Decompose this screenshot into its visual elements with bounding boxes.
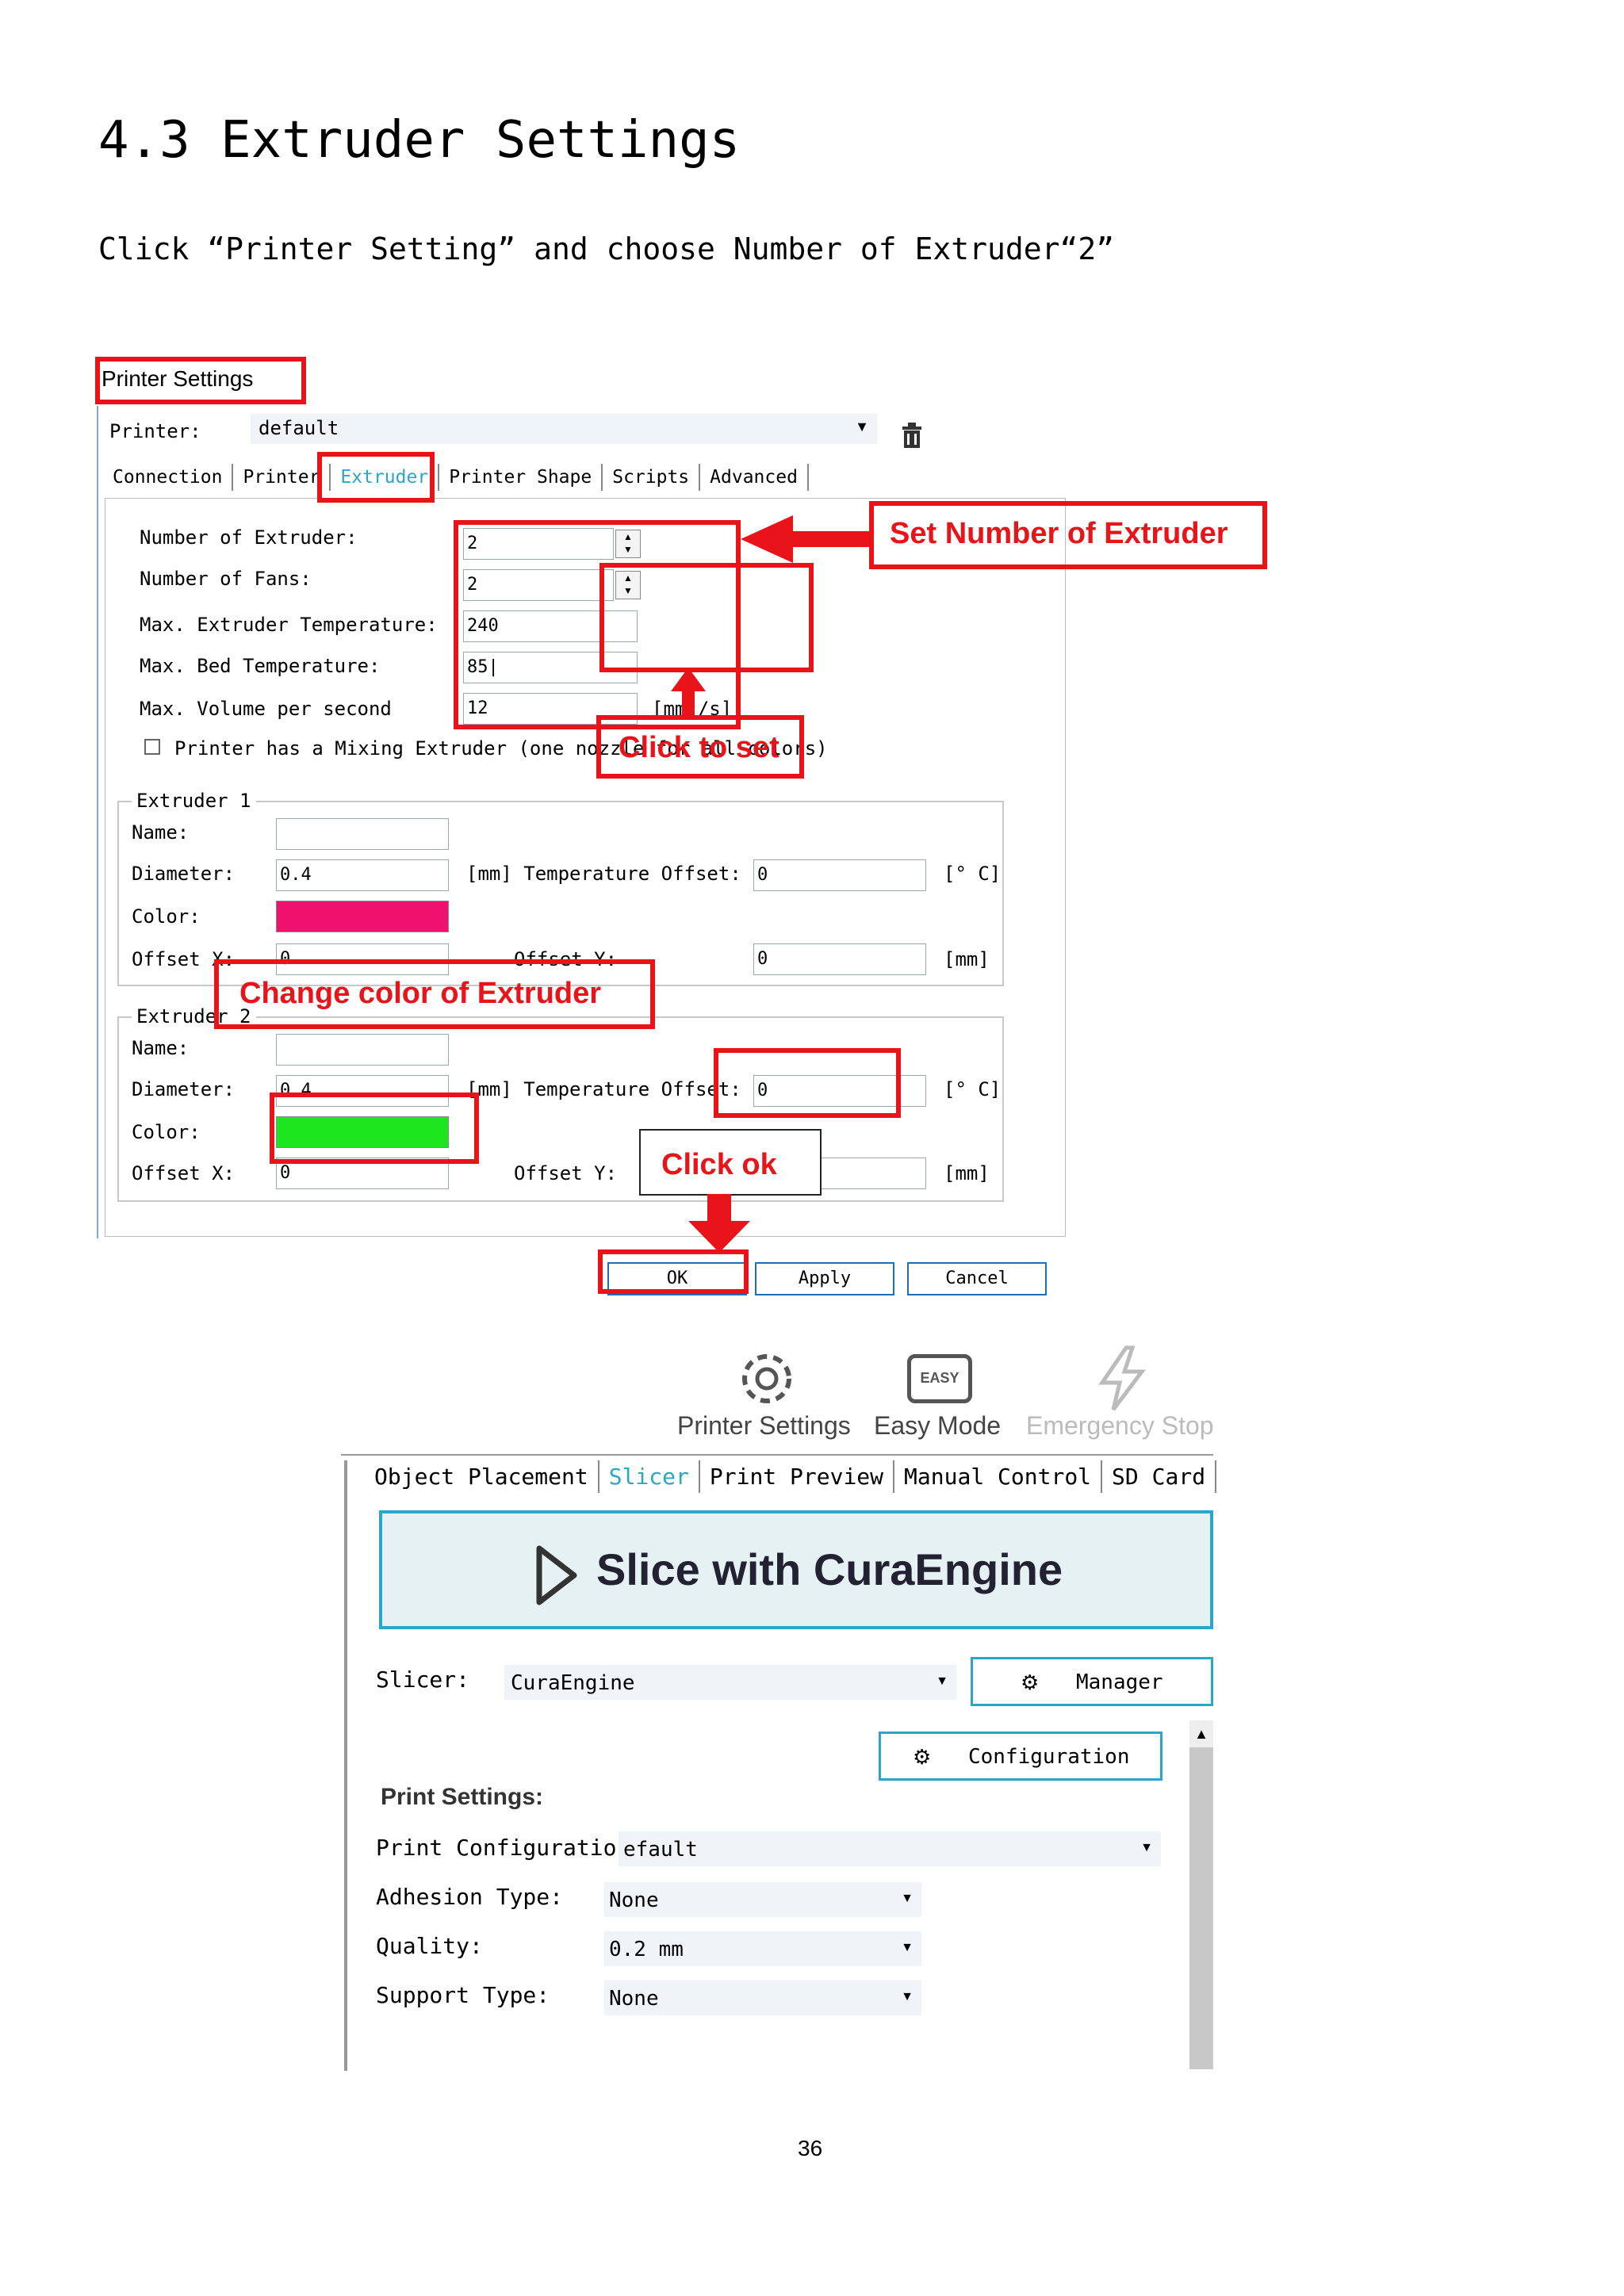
- easy-mode-icon[interactable]: EASY: [907, 1354, 972, 1403]
- print-config-select[interactable]: efault ▼: [619, 1831, 1161, 1866]
- scroll-up-icon[interactable]: ▲: [1189, 1720, 1213, 1747]
- chevron-down-icon: ▼: [1140, 1841, 1153, 1854]
- arrow-click-ok-shaft: [707, 1194, 731, 1223]
- quality-select[interactable]: 0.2 mm ▼: [604, 1931, 921, 1966]
- tab-sd-card[interactable]: SD Card: [1102, 1460, 1217, 1493]
- tab-manual-control[interactable]: Manual Control: [894, 1460, 1103, 1493]
- arrow-set-number-shaft: [788, 531, 869, 547]
- slicer-tabs: Object Placement Slicer Print Preview Ma…: [365, 1460, 1217, 1493]
- slice-button-label: Slice with CuraEngine: [596, 1544, 1063, 1594]
- slicer-select-value: CuraEngine: [511, 1671, 635, 1695]
- adhesion-select[interactable]: None ▼: [604, 1882, 921, 1917]
- gear-icon: ⚙: [913, 1745, 932, 1769]
- support-select[interactable]: None ▼: [604, 1980, 921, 2015]
- annotation-arrows: [671, 515, 869, 1253]
- manager-button-label: Manager: [1076, 1670, 1163, 1694]
- support-label: Support Type:: [376, 1982, 550, 2008]
- gear-icon[interactable]: [733, 1345, 801, 1413]
- slicer-tabs-divider: [341, 1454, 1213, 1456]
- quality-label: Quality:: [376, 1933, 483, 1959]
- print-config-label: Print Configuration:: [376, 1835, 644, 1861]
- chevron-down-icon: ▼: [901, 1990, 914, 2003]
- slicer-left-border: [344, 1460, 347, 2071]
- settings-scrollbar[interactable]: [1189, 1720, 1213, 2069]
- support-value: None: [609, 1987, 659, 2011]
- slicer-select[interactable]: CuraEngine ▼: [504, 1665, 956, 1700]
- print-settings-heading: Print Settings:: [381, 1784, 544, 1810]
- lightning-icon[interactable]: [1094, 1345, 1150, 1413]
- chevron-down-icon: ▼: [901, 1892, 914, 1905]
- print-config-value: efault: [623, 1838, 698, 1862]
- page-number: 36: [798, 2136, 823, 2160]
- tab-object-placement[interactable]: Object Placement: [365, 1460, 599, 1493]
- adhesion-value: None: [609, 1888, 659, 1912]
- slice-button[interactable]: Slice with CuraEngine: [379, 1510, 1213, 1629]
- chevron-down-icon: ▼: [936, 1674, 948, 1688]
- quality-value: 0.2 mm: [609, 1938, 684, 1961]
- arrow-click-to-set-head: [671, 668, 706, 691]
- slicer-label: Slicer:: [376, 1667, 470, 1693]
- arrow-click-ok-head: [688, 1221, 750, 1253]
- arrow-set-number-head: [741, 515, 793, 563]
- manager-button[interactable]: ⚙ Manager: [971, 1657, 1213, 1706]
- chevron-down-icon: ▼: [901, 1941, 914, 1954]
- gear-icon: ⚙: [1021, 1670, 1040, 1694]
- configuration-button-label: Configuration: [968, 1745, 1130, 1769]
- play-icon: [536, 1545, 577, 1605]
- configuration-button[interactable]: ⚙ Configuration: [879, 1732, 1162, 1781]
- tab-slicer[interactable]: Slicer: [599, 1460, 700, 1493]
- toolbar-printer-settings[interactable]: Printer Settings: [677, 1411, 851, 1441]
- toolbar-easy-mode[interactable]: Easy Mode: [874, 1411, 1001, 1441]
- toolbar-emergency-stop[interactable]: Emergency Stop: [1026, 1411, 1214, 1441]
- adhesion-label: Adhesion Type:: [376, 1884, 564, 1910]
- tab-print-preview[interactable]: Print Preview: [700, 1460, 895, 1493]
